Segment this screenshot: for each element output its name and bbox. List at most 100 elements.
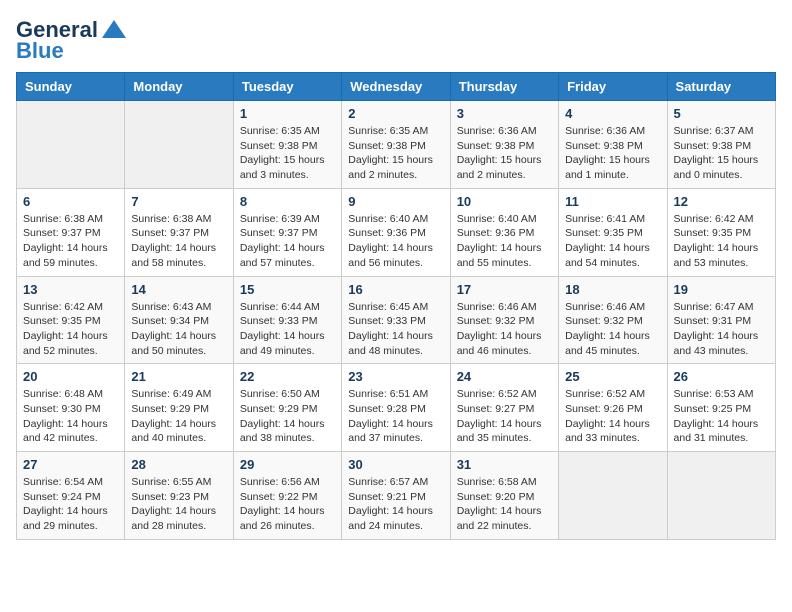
calendar-cell: 25Sunrise: 6:52 AMSunset: 9:26 PMDayligh… <box>559 364 667 452</box>
cell-info: Sunrise: 6:48 AMSunset: 9:30 PMDaylight:… <box>23 387 118 446</box>
weekday-header-tuesday: Tuesday <box>233 73 341 101</box>
cell-info: Sunrise: 6:36 AMSunset: 9:38 PMDaylight:… <box>457 124 552 183</box>
calendar-week-row: 13 Sunrise: 6:42 AMSunset: 9:35 PMDayligh… <box>17 276 776 364</box>
weekday-header-monday: Monday <box>125 73 233 101</box>
cell-info: Sunrise: 6:44 AMSunset: 9:33 PMDaylight:… <box>240 300 335 359</box>
calendar-cell: 20 Sunrise: 6:48 AMSunset: 9:30 PMDayligh… <box>17 364 125 452</box>
cell-info: Sunrise: 6:41 AMSunset: 9:35 PMDaylight:… <box>565 212 660 271</box>
calendar-cell: 2Sunrise: 6:35 AMSunset: 9:38 PMDaylight… <box>342 101 450 189</box>
calendar-cell: 23 Sunrise: 6:51 AMSunset: 9:28 PMDayligh… <box>342 364 450 452</box>
day-number: 23 <box>348 369 443 384</box>
cell-info: Sunrise: 6:51 AMSunset: 9:28 PMDaylight:… <box>348 387 443 446</box>
cell-info: Sunrise: 6:46 AMSunset: 9:32 PMDaylight:… <box>565 300 660 359</box>
day-number: 17 <box>457 282 552 297</box>
calendar-cell: 6 Sunrise: 6:38 AMSunset: 9:37 PMDaylight… <box>17 188 125 276</box>
day-number: 30 <box>348 457 443 472</box>
calendar-table: SundayMondayTuesdayWednesdayThursdayFrid… <box>16 72 776 540</box>
calendar-week-row: 20 Sunrise: 6:48 AMSunset: 9:30 PMDayligh… <box>17 364 776 452</box>
day-number: 20 <box>23 369 118 384</box>
calendar-week-row: 1 Sunrise: 6:35 AMSunset: 9:38 PMDaylight… <box>17 101 776 189</box>
calendar-cell: 29 Sunrise: 6:56 AMSunset: 9:22 PMDayligh… <box>233 452 341 540</box>
logo-icon <box>100 16 128 44</box>
calendar-header-row: SundayMondayTuesdayWednesdayThursdayFrid… <box>17 73 776 101</box>
day-number: 9 <box>348 194 443 209</box>
calendar-cell: 16 Sunrise: 6:45 AMSunset: 9:33 PMDayligh… <box>342 276 450 364</box>
day-number: 28 <box>131 457 226 472</box>
calendar-cell: 21 Sunrise: 6:49 AMSunset: 9:29 PMDayligh… <box>125 364 233 452</box>
cell-info: Sunrise: 6:40 AMSunset: 9:36 PMDaylight:… <box>457 212 552 271</box>
cell-info: Sunrise: 6:35 AMSunset: 9:38 PMDaylight:… <box>240 124 335 183</box>
day-number: 18 <box>565 282 660 297</box>
day-number: 8 <box>240 194 335 209</box>
cell-info: Sunrise: 6:45 AMSunset: 9:33 PMDaylight:… <box>348 300 443 359</box>
calendar-week-row: 27 Sunrise: 6:54 AMSunset: 9:24 PMDayligh… <box>17 452 776 540</box>
cell-info: Sunrise: 6:57 AMSunset: 9:21 PMDaylight:… <box>348 475 443 534</box>
cell-info: Sunrise: 6:49 AMSunset: 9:29 PMDaylight:… <box>131 387 226 446</box>
cell-info: Sunrise: 6:38 AMSunset: 9:37 PMDaylight:… <box>23 212 118 271</box>
day-number: 21 <box>131 369 226 384</box>
calendar-cell: 18 Sunrise: 6:46 AMSunset: 9:32 PMDayligh… <box>559 276 667 364</box>
calendar-cell: 24 Sunrise: 6:52 AMSunset: 9:27 PMDayligh… <box>450 364 558 452</box>
day-number: 16 <box>348 282 443 297</box>
cell-info: Sunrise: 6:53 AMSunset: 9:25 PMDaylight:… <box>674 387 769 446</box>
day-number: 26 <box>674 369 769 384</box>
day-number: 7 <box>131 194 226 209</box>
cell-info: Sunrise: 6:54 AMSunset: 9:24 PMDaylight:… <box>23 475 118 534</box>
calendar-cell: 26 Sunrise: 6:53 AMSunset: 9:25 PMDayligh… <box>667 364 775 452</box>
logo: General Blue <box>16 16 128 64</box>
calendar-cell: 10 Sunrise: 6:40 AMSunset: 9:36 PMDayligh… <box>450 188 558 276</box>
day-number: 31 <box>457 457 552 472</box>
day-number: 12 <box>674 194 769 209</box>
day-number: 13 <box>23 282 118 297</box>
cell-info: Sunrise: 6:46 AMSunset: 9:32 PMDaylight:… <box>457 300 552 359</box>
calendar-cell <box>17 101 125 189</box>
cell-info: Sunrise: 6:55 AMSunset: 9:23 PMDaylight:… <box>131 475 226 534</box>
cell-info: Sunrise: 6:42 AMSunset: 9:35 PMDaylight:… <box>674 212 769 271</box>
cell-info: Sunrise: 6:40 AMSunset: 9:36 PMDaylight:… <box>348 212 443 271</box>
day-number: 4 <box>565 106 660 121</box>
calendar-cell: 22Sunrise: 6:50 AMSunset: 9:29 PMDayligh… <box>233 364 341 452</box>
calendar-cell: 4 Sunrise: 6:36 AMSunset: 9:38 PMDaylight… <box>559 101 667 189</box>
day-number: 6 <box>23 194 118 209</box>
page-header: General Blue <box>16 16 776 64</box>
cell-info: Sunrise: 6:37 AMSunset: 9:38 PMDaylight:… <box>674 124 769 183</box>
calendar-cell: 13 Sunrise: 6:42 AMSunset: 9:35 PMDayligh… <box>17 276 125 364</box>
calendar-cell: 30 Sunrise: 6:57 AMSunset: 9:21 PMDayligh… <box>342 452 450 540</box>
cell-info: Sunrise: 6:42 AMSunset: 9:35 PMDaylight:… <box>23 300 118 359</box>
weekday-header-sunday: Sunday <box>17 73 125 101</box>
calendar-cell: 7Sunrise: 6:38 AMSunset: 9:37 PMDaylight… <box>125 188 233 276</box>
day-number: 3 <box>457 106 552 121</box>
day-number: 5 <box>674 106 769 121</box>
day-number: 14 <box>131 282 226 297</box>
calendar-cell: 27 Sunrise: 6:54 AMSunset: 9:24 PMDayligh… <box>17 452 125 540</box>
calendar-cell: 12 Sunrise: 6:42 AMSunset: 9:35 PMDayligh… <box>667 188 775 276</box>
calendar-cell: 31 Sunrise: 6:58 AMSunset: 9:20 PMDayligh… <box>450 452 558 540</box>
day-number: 1 <box>240 106 335 121</box>
day-number: 24 <box>457 369 552 384</box>
day-number: 15 <box>240 282 335 297</box>
cell-info: Sunrise: 6:43 AMSunset: 9:34 PMDaylight:… <box>131 300 226 359</box>
calendar-cell: 3 Sunrise: 6:36 AMSunset: 9:38 PMDaylight… <box>450 101 558 189</box>
day-number: 19 <box>674 282 769 297</box>
calendar-cell: 14 Sunrise: 6:43 AMSunset: 9:34 PMDayligh… <box>125 276 233 364</box>
day-number: 27 <box>23 457 118 472</box>
calendar-cell: 5 Sunrise: 6:37 AMSunset: 9:38 PMDaylight… <box>667 101 775 189</box>
cell-info: Sunrise: 6:39 AMSunset: 9:37 PMDaylight:… <box>240 212 335 271</box>
calendar-cell: 28 Sunrise: 6:55 AMSunset: 9:23 PMDayligh… <box>125 452 233 540</box>
calendar-cell: 8 Sunrise: 6:39 AMSunset: 9:37 PMDaylight… <box>233 188 341 276</box>
calendar-cell: 1 Sunrise: 6:35 AMSunset: 9:38 PMDaylight… <box>233 101 341 189</box>
cell-info: Sunrise: 6:56 AMSunset: 9:22 PMDaylight:… <box>240 475 335 534</box>
cell-info: Sunrise: 6:52 AMSunset: 9:26 PMDaylight:… <box>565 387 660 446</box>
weekday-header-thursday: Thursday <box>450 73 558 101</box>
calendar-cell: 11Sunrise: 6:41 AMSunset: 9:35 PMDayligh… <box>559 188 667 276</box>
cell-info: Sunrise: 6:36 AMSunset: 9:38 PMDaylight:… <box>565 124 660 183</box>
day-number: 10 <box>457 194 552 209</box>
calendar-cell <box>125 101 233 189</box>
calendar-cell: 17 Sunrise: 6:46 AMSunset: 9:32 PMDayligh… <box>450 276 558 364</box>
cell-info: Sunrise: 6:47 AMSunset: 9:31 PMDaylight:… <box>674 300 769 359</box>
cell-info: Sunrise: 6:58 AMSunset: 9:20 PMDaylight:… <box>457 475 552 534</box>
cell-info: Sunrise: 6:52 AMSunset: 9:27 PMDaylight:… <box>457 387 552 446</box>
day-number: 29 <box>240 457 335 472</box>
calendar-cell: 9 Sunrise: 6:40 AMSunset: 9:36 PMDaylight… <box>342 188 450 276</box>
cell-info: Sunrise: 6:35 AMSunset: 9:38 PMDaylight:… <box>348 124 443 183</box>
